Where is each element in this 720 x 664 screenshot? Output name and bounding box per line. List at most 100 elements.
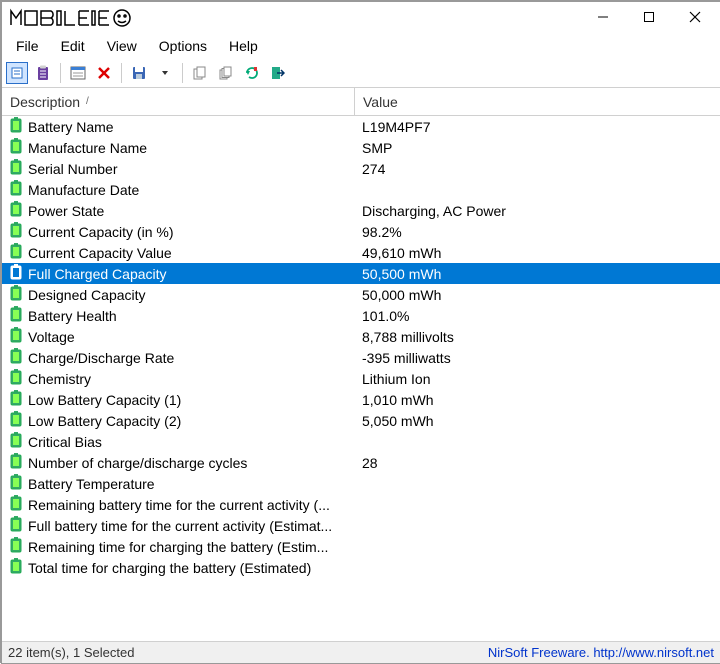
battery-icon — [10, 180, 22, 199]
table-row[interactable]: Critical Bias — [2, 431, 720, 452]
row-description: Serial Number — [28, 161, 117, 177]
battery-icon — [10, 327, 22, 346]
battery-icon — [10, 474, 22, 493]
table-row[interactable]: Full Charged Capacity 50,500 mWh — [2, 263, 720, 284]
battery-icon — [10, 516, 22, 535]
toolbar-copy-all-icon[interactable] — [215, 62, 237, 84]
row-description: Charge/Discharge Rate — [28, 350, 174, 366]
row-description: Voltage — [28, 329, 75, 345]
column-header-description[interactable]: Description / — [2, 88, 354, 115]
menu-help[interactable]: Help — [219, 36, 268, 56]
table-row[interactable]: Remaining time for charging the battery … — [2, 536, 720, 557]
battery-icon — [10, 390, 22, 409]
battery-icon — [10, 243, 22, 262]
battery-icon — [10, 201, 22, 220]
row-value: 8,788 millivolts — [354, 329, 720, 345]
battery-icon — [10, 285, 22, 304]
table-row[interactable]: Current Capacity Value 49,610 mWh — [2, 242, 720, 263]
table-row[interactable]: Low Battery Capacity (1) 1,010 mWh — [2, 389, 720, 410]
row-value: 50,000 mWh — [354, 287, 720, 303]
toolbar-delete-icon[interactable] — [93, 62, 115, 84]
table-row[interactable]: Voltage 8,788 millivolts — [2, 326, 720, 347]
row-description: Power State — [28, 203, 104, 219]
row-description: Low Battery Capacity (2) — [28, 413, 181, 429]
status-right: NirSoft Freeware. http://www.nirsoft.net — [488, 645, 714, 660]
table-row[interactable]: Charge/Discharge Rate -395 milliwatts — [2, 347, 720, 368]
menu-view[interactable]: View — [97, 36, 147, 56]
row-description: Current Capacity (in %) — [28, 224, 174, 240]
title-bar — [2, 2, 720, 34]
menu-edit[interactable]: Edit — [51, 36, 95, 56]
battery-icon — [10, 537, 22, 556]
column-headers: Description / Value — [2, 88, 720, 116]
column-header-description-label: Description — [10, 94, 80, 110]
table-row[interactable]: Low Battery Capacity (2) 5,050 mWh — [2, 410, 720, 431]
table-row[interactable]: Manufacture Date — [2, 179, 720, 200]
battery-icon — [10, 369, 22, 388]
row-description: Designed Capacity — [28, 287, 146, 303]
maximize-button[interactable] — [626, 2, 672, 32]
column-header-value[interactable]: Value — [354, 88, 720, 115]
toolbar-separator — [121, 63, 122, 83]
table-row[interactable]: Battery Health 101.0% — [2, 305, 720, 326]
row-value: Discharging, AC Power — [354, 203, 720, 219]
toolbar-copy-icon[interactable] — [189, 62, 211, 84]
toolbar-separator — [182, 63, 183, 83]
table-row[interactable]: Battery Temperature — [2, 473, 720, 494]
window-controls — [580, 2, 718, 34]
row-description: Number of charge/discharge cycles — [28, 455, 247, 471]
battery-icon — [10, 432, 22, 451]
table-row[interactable]: Designed Capacity 50,000 mWh — [2, 284, 720, 305]
toolbar-report-icon[interactable] — [6, 62, 28, 84]
minimize-button[interactable] — [580, 2, 626, 32]
menu-options[interactable]: Options — [149, 36, 217, 56]
battery-icon — [10, 453, 22, 472]
row-value: 5,050 mWh — [354, 413, 720, 429]
toolbar-properties-icon[interactable] — [67, 62, 89, 84]
table-row[interactable]: Remaining battery time for the current a… — [2, 494, 720, 515]
battery-icon — [10, 159, 22, 178]
row-description: Full Charged Capacity — [28, 266, 167, 282]
battery-icon — [10, 264, 22, 283]
table-row[interactable]: Manufacture Name SMP — [2, 137, 720, 158]
toolbar-refresh-icon[interactable] — [241, 62, 263, 84]
column-header-value-label: Value — [363, 94, 398, 110]
table-row[interactable]: Full battery time for the current activi… — [2, 515, 720, 536]
list-view[interactable]: Battery Name L19M4PF7 Manufacture Name S… — [2, 116, 720, 641]
row-value: 49,610 mWh — [354, 245, 720, 261]
toolbar-clipboard-icon[interactable] — [32, 62, 54, 84]
row-value: 28 — [354, 455, 720, 471]
table-row[interactable]: Serial Number 274 — [2, 158, 720, 179]
table-row[interactable]: Battery Name L19M4PF7 — [2, 116, 720, 137]
menu-bar: File Edit View Options Help — [2, 34, 720, 58]
battery-icon — [10, 306, 22, 325]
battery-icon — [10, 558, 22, 577]
table-row[interactable]: Chemistry Lithium Ion — [2, 368, 720, 389]
row-description: Battery Temperature — [28, 476, 155, 492]
row-description: Low Battery Capacity (1) — [28, 392, 181, 408]
sort-indicator-icon: / — [86, 96, 88, 107]
battery-icon — [10, 117, 22, 136]
row-description: Chemistry — [28, 371, 91, 387]
row-description: Manufacture Name — [28, 140, 147, 156]
toolbar-save-dropdown-icon[interactable] — [154, 62, 176, 84]
row-value: 274 — [354, 161, 720, 177]
toolbar-exit-icon[interactable] — [267, 62, 289, 84]
app-logo — [10, 8, 140, 28]
toolbar-save-icon[interactable] — [128, 62, 150, 84]
table-row[interactable]: Current Capacity (in %) 98.2% — [2, 221, 720, 242]
menu-file[interactable]: File — [6, 36, 49, 56]
status-left: 22 item(s), 1 Selected — [8, 645, 134, 660]
status-bar: 22 item(s), 1 Selected NirSoft Freeware.… — [2, 641, 720, 663]
row-description: Full battery time for the current activi… — [28, 518, 332, 534]
row-value: 50,500 mWh — [354, 266, 720, 282]
close-button[interactable] — [672, 2, 718, 32]
toolbar-separator — [60, 63, 61, 83]
table-row[interactable]: Total time for charging the battery (Est… — [2, 557, 720, 578]
row-description: Battery Health — [28, 308, 117, 324]
row-value: 1,010 mWh — [354, 392, 720, 408]
table-row[interactable]: Number of charge/discharge cycles 28 — [2, 452, 720, 473]
battery-icon — [10, 495, 22, 514]
row-description: Battery Name — [28, 119, 114, 135]
table-row[interactable]: Power State Discharging, AC Power — [2, 200, 720, 221]
